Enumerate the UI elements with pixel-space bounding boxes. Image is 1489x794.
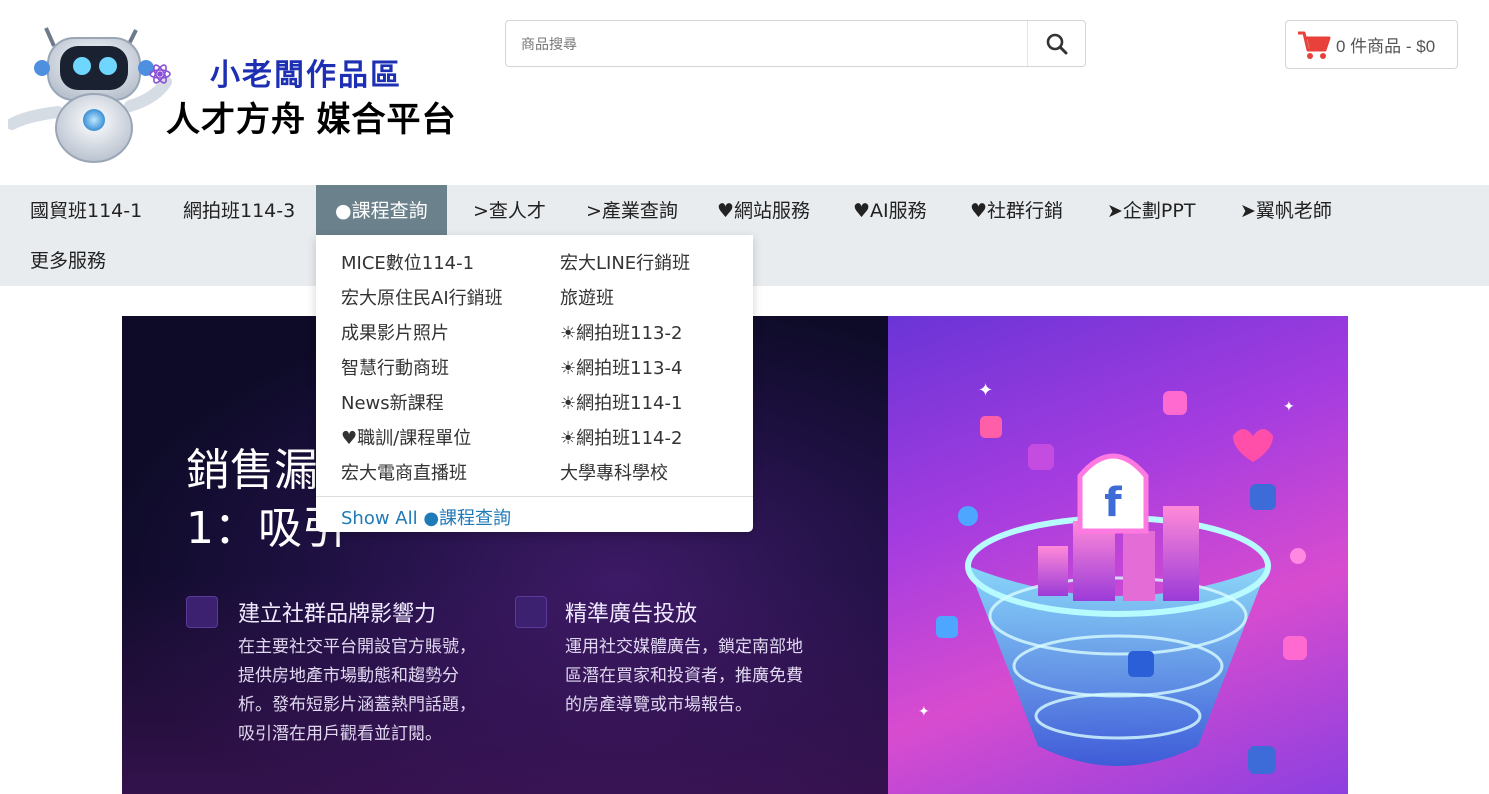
- feature-1-desc-line: 析。發布短影片涵蓋熱門話題，: [238, 695, 476, 715]
- dropdown-item[interactable]: ☀網拍班113-2: [560, 319, 682, 345]
- course-search-dropdown: MICE數位114-1 宏大原住民AI行銷班 成果影片照片 智慧行動商班 New…: [316, 235, 753, 532]
- feature-2-desc-line: 區潛在買家和投資者，推廣免費: [565, 666, 803, 686]
- dropdown-item[interactable]: MICE數位114-1: [341, 249, 474, 275]
- feature-1-description: 在主要社交平台開設官方賬號， 提供房地產市場動態和趨勢分 析。發布短影片涵蓋熱門…: [238, 633, 476, 749]
- nav-item-planning-ppt[interactable]: ➤企劃PPT: [1107, 185, 1195, 235]
- logo-subtitle: 人才方舟 媒合平台: [166, 101, 457, 139]
- svg-text:✦: ✦: [978, 380, 993, 400]
- nav-item-more-services[interactable]: 更多服務: [30, 235, 106, 285]
- search-input[interactable]: [507, 22, 1027, 65]
- svg-text:✦: ✦: [1283, 398, 1295, 414]
- site-logo[interactable]: 小老闆作品區 人才方舟 媒合平台: [8, 20, 468, 170]
- nav-item-teacher[interactable]: ➤翼帆老師: [1240, 185, 1332, 235]
- banner-title-line1: 銷售漏: [186, 445, 318, 496]
- feature-1-desc-line: 吸引潛在用戶觀看並訂閱。: [238, 724, 442, 744]
- nav-item-web-services[interactable]: ♥網站服務: [717, 185, 810, 235]
- search-button[interactable]: [1027, 21, 1085, 66]
- dropdown-item[interactable]: ☀網拍班114-1: [560, 389, 682, 415]
- feature-2-checkbox: [515, 596, 547, 628]
- feature-2-title: 精準廣告投放: [565, 602, 698, 627]
- banner-illustration: f ✦ ✦ ✦: [888, 316, 1348, 794]
- nav-item-trade-class[interactable]: 國貿班114-1: [30, 185, 142, 235]
- feature-2-description: 運用社交媒體廣告，鎖定南部地 區潛在買家和投資者，推廣免費 的房產導覽或市場報告…: [565, 633, 803, 720]
- robot-mascot-icon: [8, 27, 172, 163]
- cart-summary: 0 件商品 - $0: [1336, 37, 1436, 56]
- nav-item-industry-search[interactable]: >產業查詢: [586, 185, 678, 235]
- shopping-cart-icon: [1298, 31, 1331, 59]
- dropdown-item[interactable]: ♥職訓/課程單位: [341, 424, 471, 450]
- svg-text:✦: ✦: [918, 703, 930, 719]
- logo-title: 小老闆作品區: [210, 59, 402, 92]
- dropdown-item[interactable]: 智慧行動商班: [341, 354, 449, 380]
- show-all-courses-link[interactable]: Show All ●課程查詢: [341, 504, 511, 530]
- dropdown-item[interactable]: 宏大LINE行銷班: [560, 249, 690, 275]
- search-icon: [1046, 33, 1067, 54]
- nav-item-ai-services[interactable]: ♥AI服務: [853, 185, 927, 235]
- feature-2-desc-line: 運用社交媒體廣告，鎖定南部地: [565, 637, 803, 657]
- dropdown-divider: [316, 496, 753, 497]
- dropdown-item[interactable]: News新課程: [341, 389, 444, 415]
- feature-1-title: 建立社群品牌影響力: [238, 602, 437, 627]
- nav-item-find-talent[interactable]: >查人才: [473, 185, 546, 235]
- dropdown-item[interactable]: 宏大原住民AI行銷班: [341, 284, 503, 310]
- search-bar: [505, 20, 1086, 67]
- feature-1-checkbox: [186, 596, 218, 628]
- dropdown-item[interactable]: 旅遊班: [560, 284, 614, 310]
- marketing-funnel-icon: f ✦ ✦ ✦: [918, 380, 1307, 774]
- feature-2-desc-line: 的房產導覽或市場報告。: [565, 695, 752, 715]
- dropdown-item[interactable]: ☀網拍班114-2: [560, 424, 682, 450]
- svg-text:f: f: [1104, 480, 1122, 526]
- dropdown-item[interactable]: ☀網拍班113-4: [560, 354, 682, 380]
- cart-button[interactable]: 0 件商品 - $0: [1285, 20, 1458, 69]
- nav-item-course-search[interactable]: ●課程查詢: [316, 185, 447, 235]
- nav-item-social-marketing[interactable]: ♥社群行銷: [970, 185, 1063, 235]
- dropdown-item[interactable]: 大學專科學校: [560, 459, 668, 485]
- dropdown-item[interactable]: 宏大電商直播班: [341, 459, 467, 485]
- feature-1-desc-line: 提供房地產市場動態和趨勢分: [238, 666, 459, 686]
- nav-item-ecommerce-class[interactable]: 網拍班114-3: [183, 185, 295, 235]
- dropdown-item[interactable]: 成果影片照片: [341, 319, 449, 345]
- feature-1-desc-line: 在主要社交平台開設官方賬號，: [238, 637, 476, 657]
